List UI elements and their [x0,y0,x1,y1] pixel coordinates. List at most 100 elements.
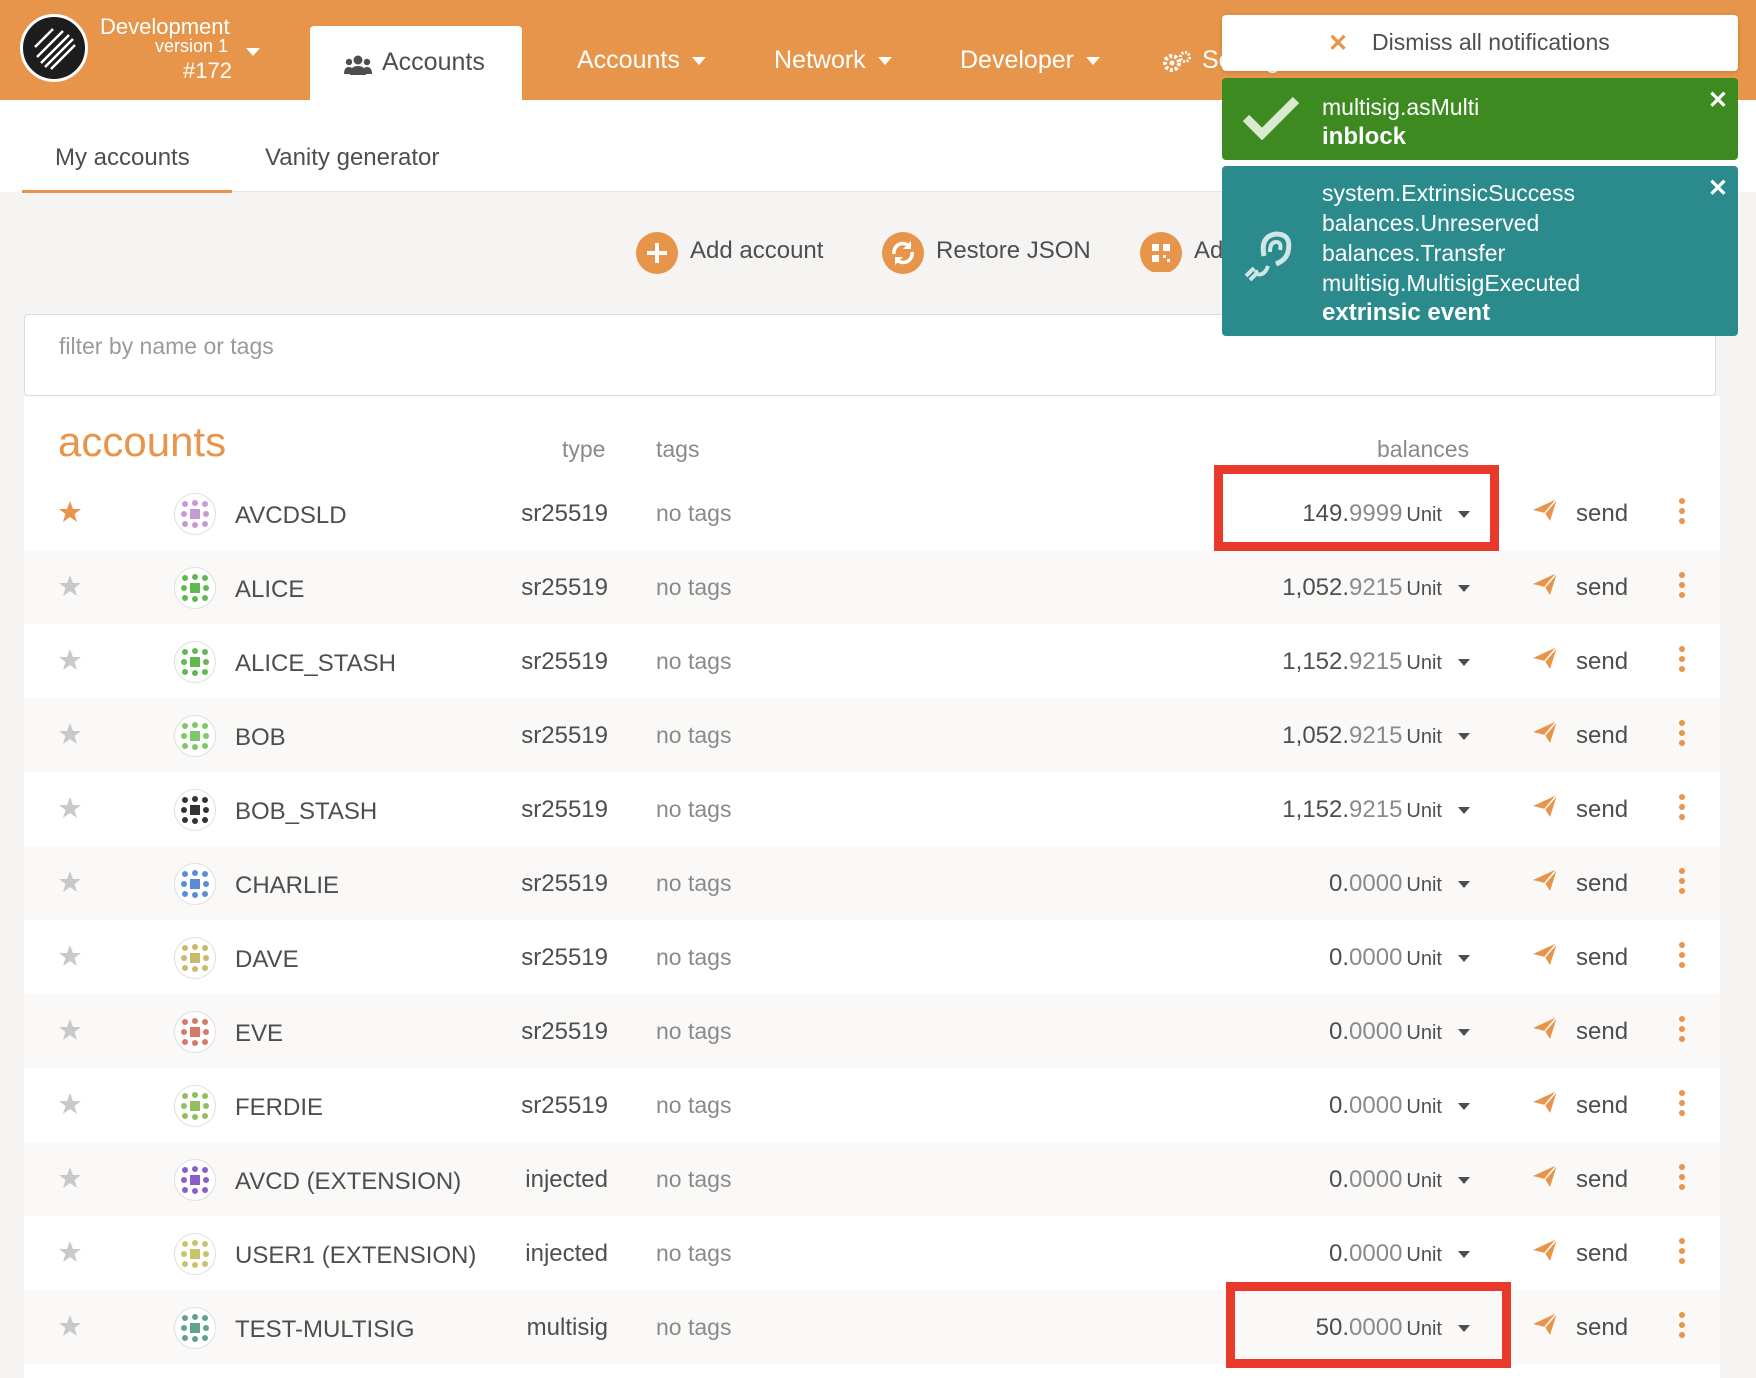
more-options-icon[interactable] [1678,1016,1686,1042]
account-name[interactable]: USER1 (EXTENSION) [235,1242,476,1270]
account-tags[interactable]: no tags [656,796,731,823]
account-tags[interactable]: no tags [656,574,731,601]
more-options-icon[interactable] [1678,720,1686,746]
dismiss-all-button[interactable]: ✕ Dismiss all notifications [1222,15,1738,71]
balance-dropdown[interactable]: 1,052.9215 Unit [1282,574,1470,602]
send-button[interactable]: send [1576,870,1628,898]
account-tags[interactable]: no tags [656,1166,731,1193]
identicon[interactable] [174,641,216,683]
send-button[interactable]: send [1576,1092,1628,1120]
more-options-icon[interactable] [1678,1312,1686,1338]
account-name[interactable]: TEST-MULTISIG [235,1316,415,1344]
account-name[interactable]: ALICE_STASH [235,650,396,678]
paper-plane-icon[interactable] [1532,720,1558,749]
account-name[interactable]: AVCD (EXTENSION) [235,1168,461,1196]
subtab-my-accounts[interactable]: My accounts [55,144,190,172]
more-options-icon[interactable] [1678,498,1686,524]
account-name[interactable]: ALICE [235,576,304,604]
more-options-icon[interactable] [1678,1164,1686,1190]
menu-accounts[interactable]: Accounts [577,46,706,75]
favorite-star-icon[interactable] [58,722,82,751]
balance-dropdown[interactable]: 1,052.9215 Unit [1282,722,1470,750]
account-tags[interactable]: no tags [656,944,731,971]
favorite-star-icon[interactable] [58,944,82,973]
favorite-star-icon[interactable] [58,574,82,603]
paper-plane-icon[interactable] [1532,1312,1558,1341]
close-icon[interactable]: ✕ [1708,86,1728,115]
identicon[interactable] [174,567,216,609]
more-options-icon[interactable] [1678,794,1686,820]
subtab-vanity-generator[interactable]: Vanity generator [265,144,439,172]
favorite-star-icon[interactable] [58,1166,82,1195]
balance-dropdown[interactable]: 1,152.9215 Unit [1282,796,1470,824]
paper-plane-icon[interactable] [1532,794,1558,823]
paper-plane-icon[interactable] [1532,1090,1558,1119]
balance-dropdown[interactable]: 0.0000 Unit [1329,870,1470,898]
paper-plane-icon[interactable] [1532,942,1558,971]
account-tags[interactable]: no tags [656,870,731,897]
menu-developer[interactable]: Developer [960,46,1100,75]
account-tags[interactable]: no tags [656,500,731,527]
identicon[interactable] [174,1085,216,1127]
account-tags[interactable]: no tags [656,722,731,749]
account-name[interactable]: DAVE [235,946,299,974]
identicon[interactable] [174,493,216,535]
send-button[interactable]: send [1576,1314,1628,1342]
account-tags[interactable]: no tags [656,1314,731,1341]
menu-network[interactable]: Network [774,46,892,75]
account-tags[interactable]: no tags [656,1240,731,1267]
more-options-icon[interactable] [1678,1238,1686,1264]
more-options-icon[interactable] [1678,868,1686,894]
identicon[interactable] [174,1233,216,1275]
favorite-star-icon[interactable] [58,1092,82,1121]
balance-dropdown[interactable]: 1,152.9215 Unit [1282,648,1470,676]
favorite-star-icon[interactable] [58,1018,82,1047]
more-options-icon[interactable] [1678,646,1686,672]
identicon[interactable] [174,1307,216,1349]
more-options-icon[interactable] [1678,572,1686,598]
account-tags[interactable]: no tags [656,648,731,675]
identicon[interactable] [174,937,216,979]
balance-dropdown[interactable]: 0.0000 Unit [1329,1240,1470,1268]
account-name[interactable]: FERDIE [235,1094,323,1122]
identicon[interactable] [174,1159,216,1201]
favorite-star-icon[interactable] [58,796,82,825]
paper-plane-icon[interactable] [1532,646,1558,675]
account-name[interactable]: CHARLIE [235,872,339,900]
account-tags[interactable]: no tags [656,1092,731,1119]
identicon[interactable] [174,789,216,831]
paper-plane-icon[interactable] [1532,1238,1558,1267]
favorite-star-icon[interactable] [58,500,82,529]
send-button[interactable]: send [1576,1166,1628,1194]
account-name[interactable]: AVCDSLD [235,502,347,530]
send-button[interactable]: send [1576,574,1628,602]
paper-plane-icon[interactable] [1532,1016,1558,1045]
send-button[interactable]: send [1576,1240,1628,1268]
send-button[interactable]: send [1576,1018,1628,1046]
identicon[interactable] [174,1011,216,1053]
paper-plane-icon[interactable] [1532,1164,1558,1193]
favorite-star-icon[interactable] [58,1240,82,1269]
paper-plane-icon[interactable] [1532,868,1558,897]
balance-dropdown[interactable]: 0.0000 Unit [1329,1092,1470,1120]
account-name[interactable]: BOB_STASH [235,798,377,826]
favorite-star-icon[interactable] [58,1314,82,1343]
tab-accounts[interactable]: Accounts [310,26,522,100]
close-icon[interactable]: ✕ [1708,174,1728,203]
paper-plane-icon[interactable] [1532,572,1558,601]
send-button[interactable]: send [1576,722,1628,750]
balance-dropdown[interactable]: 0.0000 Unit [1329,1166,1470,1194]
identicon[interactable] [174,863,216,905]
favorite-star-icon[interactable] [58,648,82,677]
more-options-icon[interactable] [1678,942,1686,968]
identicon[interactable] [174,715,216,757]
send-button[interactable]: send [1576,944,1628,972]
chain-selector[interactable]: Development version 1 #172 [98,12,268,83]
chain-logo[interactable] [20,14,88,82]
send-button[interactable]: send [1576,500,1628,528]
send-button[interactable]: send [1576,796,1628,824]
add-via-qr-button[interactable]: Add via QR [1140,232,1222,272]
more-options-icon[interactable] [1678,1090,1686,1116]
send-button[interactable]: send [1576,648,1628,676]
favorite-star-icon[interactable] [58,870,82,899]
